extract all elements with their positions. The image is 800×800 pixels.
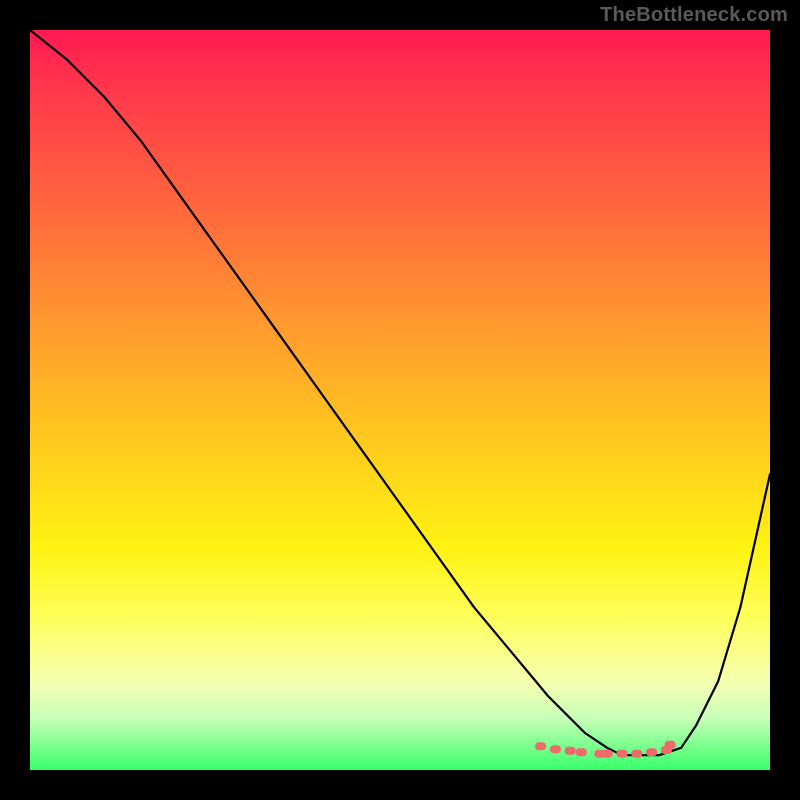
- recommended-range-points: [535, 741, 676, 758]
- scatter-point: [535, 742, 546, 750]
- scatter-point: [646, 748, 657, 756]
- scatter-point: [631, 750, 642, 758]
- scatter-point: [665, 741, 676, 749]
- chart-frame: TheBottleneck.com: [0, 0, 800, 800]
- scatter-point: [602, 750, 613, 758]
- plot-area: [30, 30, 770, 770]
- scatter-point: [576, 748, 587, 756]
- scatter-point: [550, 745, 561, 753]
- scatter-point: [565, 747, 576, 755]
- watermark-text: TheBottleneck.com: [600, 4, 788, 27]
- scatter-point: [617, 750, 628, 758]
- bottleneck-curve: [30, 30, 770, 755]
- curve-layer: [30, 30, 770, 770]
